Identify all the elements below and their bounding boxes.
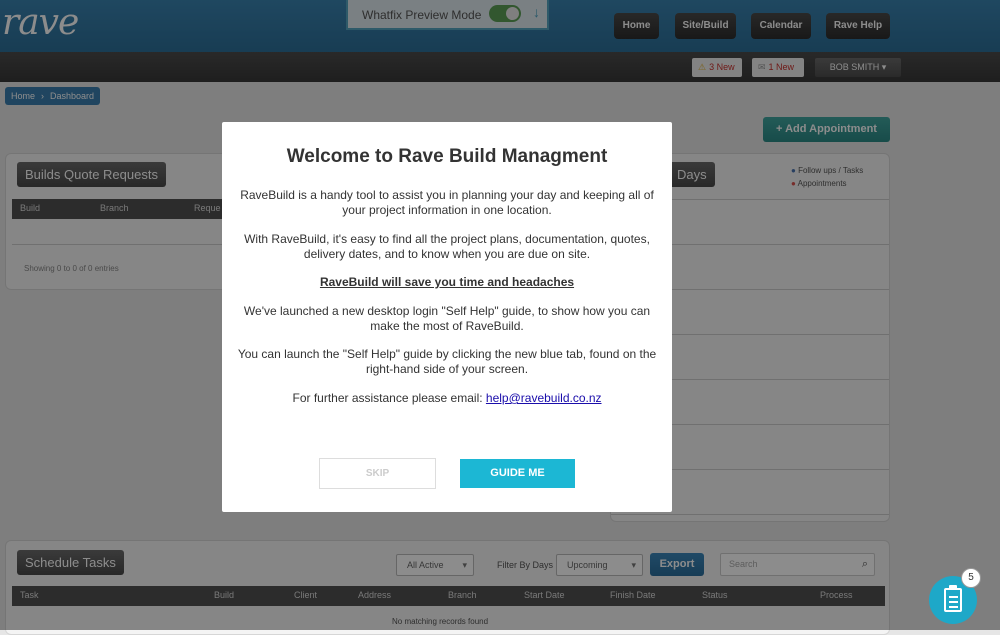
clipboard-icon: [944, 585, 962, 612]
modal-title: Welcome to Rave Build Managment: [286, 146, 608, 167]
modal-highlight: RaveBuild will save you time and headach…: [319, 275, 575, 289]
modal-features: With RaveBuild, it's easy to find all th…: [244, 232, 650, 261]
modal-launch-info: You can launch the "Self Help" guide by …: [237, 347, 657, 376]
modal-contact: For further assistance please email: hel…: [237, 391, 657, 406]
help-count-badge: 5: [961, 568, 981, 588]
welcome-modal: Welcome to Rave Build Managment RaveBuil…: [222, 122, 672, 512]
help-email-link[interactable]: help@ravebuild.co.nz: [486, 391, 602, 405]
contact-prefix: For further assistance please email:: [292, 391, 483, 405]
modal-intro: RaveBuild is a handy tool to assist you …: [240, 188, 654, 217]
modal-self-help-info: We've launched a new desktop login "Self…: [243, 304, 651, 333]
guide-me-button[interactable]: GUIDE ME: [460, 459, 575, 488]
skip-button[interactable]: SKIP: [319, 458, 436, 489]
